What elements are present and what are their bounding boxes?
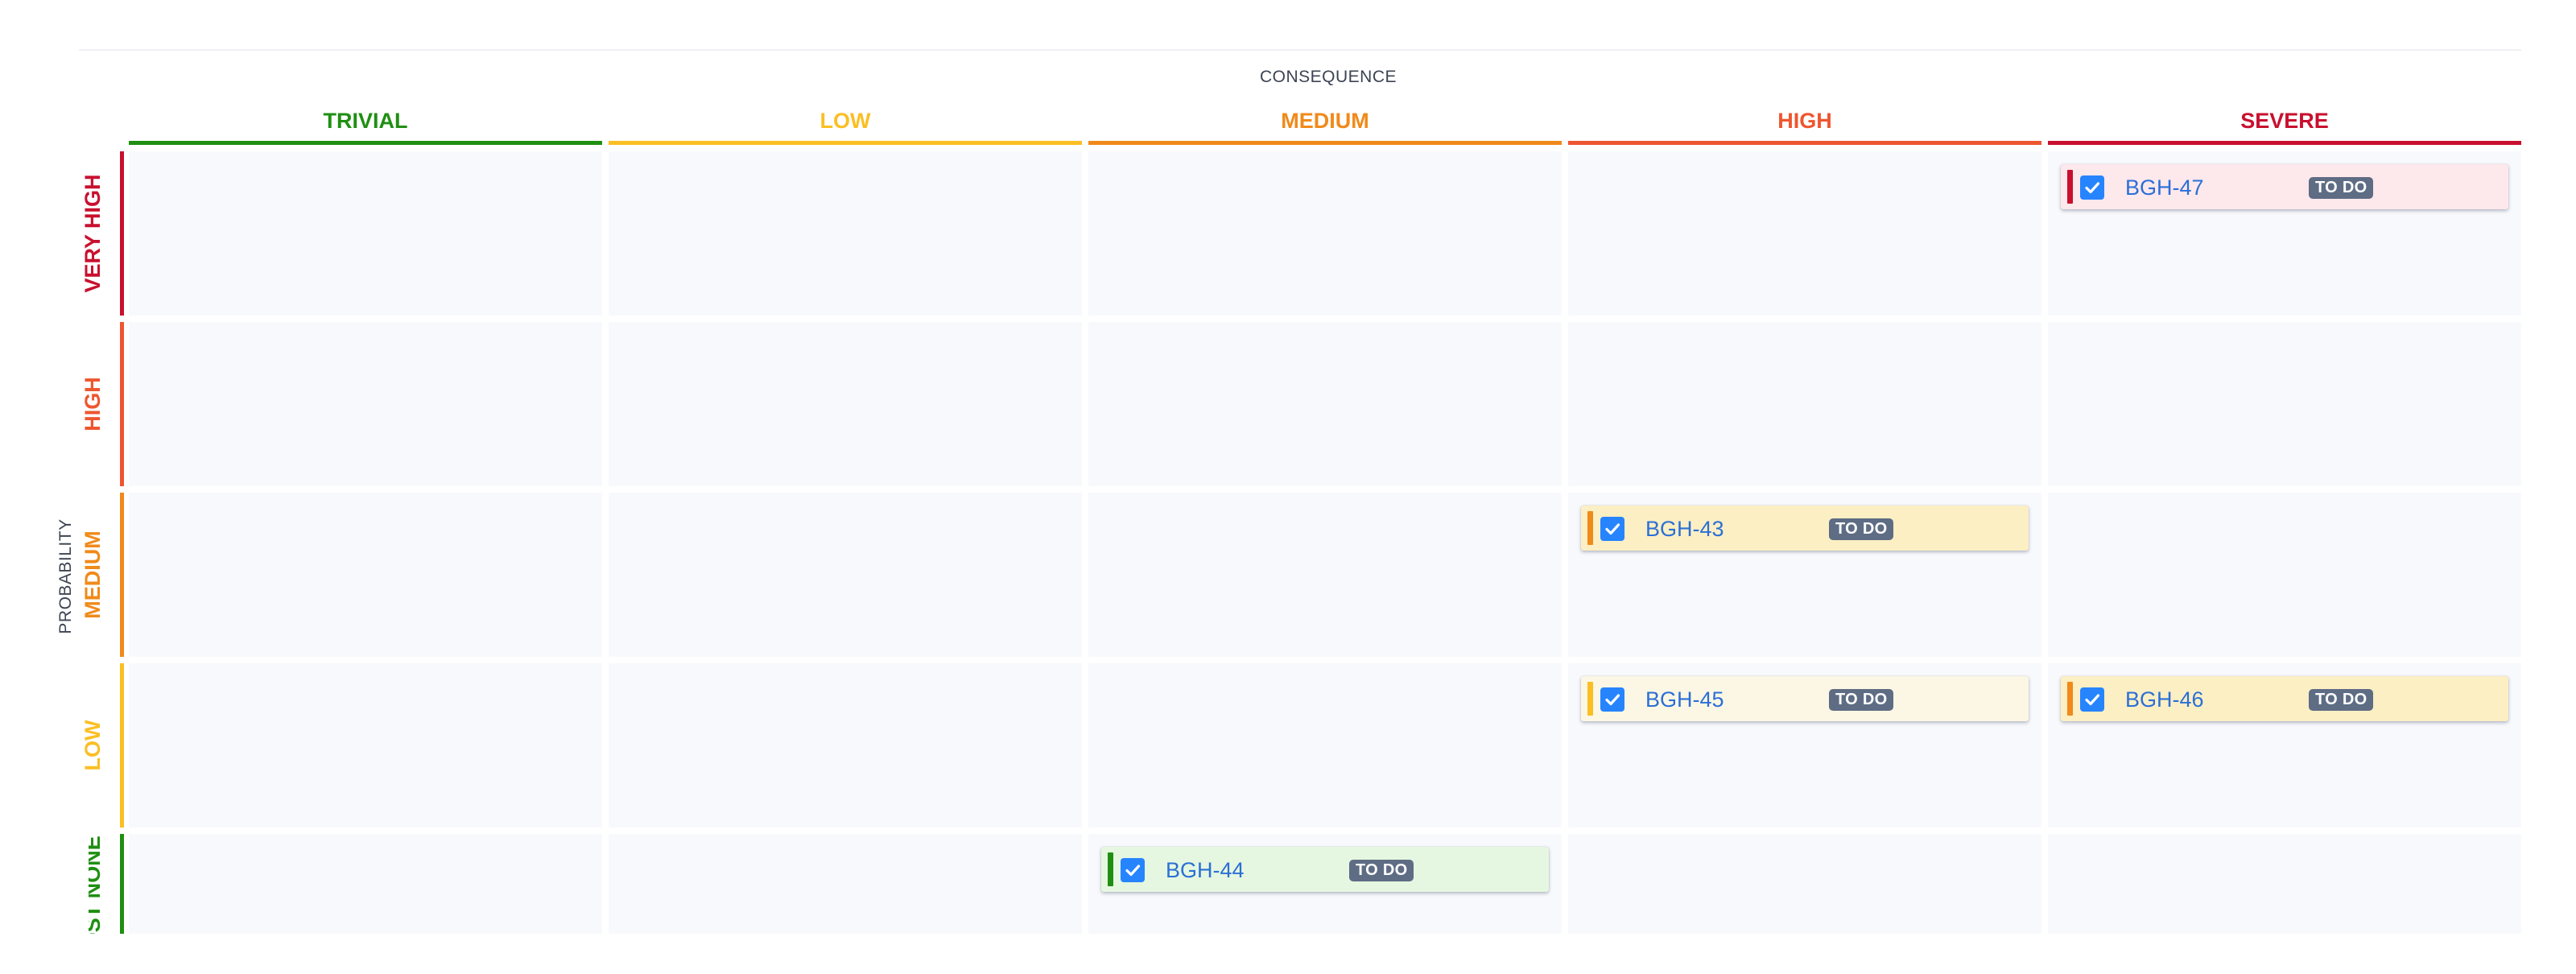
issue-card[interactable]: BGH-46 TO DO — [2061, 676, 2508, 721]
column-header-label: SEVERE — [2240, 109, 2329, 133]
issue-key-link[interactable]: BGH-45 — [1645, 686, 1724, 713]
row-header-label: ALMOST NONE — [89, 836, 105, 934]
task-checkbox-icon — [1121, 858, 1145, 882]
row-header-bar — [120, 151, 124, 316]
matrix-cell-high-medium — [1088, 322, 1562, 486]
column-header-severe: SEVERE — [2048, 106, 2521, 145]
column-header-label: LOW — [819, 109, 871, 133]
row-header-bar — [120, 322, 124, 486]
matrix-cell-almost-none-low — [609, 834, 1082, 934]
matrix-cell-medium-low — [609, 493, 1082, 657]
matrix-cell-very-high-high — [1568, 151, 2041, 316]
column-header-trivial: TRIVIAL — [129, 106, 602, 145]
matrix-cell-almost-none-high — [1568, 834, 2041, 934]
matrix-cell-low-low — [609, 663, 1082, 827]
probability-axis-title: PROBABILITY — [56, 518, 75, 634]
status-badge: TO DO — [2309, 689, 2374, 711]
row-header-high: HIGH — [80, 322, 124, 486]
row-header-almost-none: ALMOST NONE — [89, 834, 124, 934]
matrix-cell-very-high-trivial — [129, 151, 602, 316]
matrix-cell-almost-none-trivial — [129, 834, 602, 934]
priority-accent-bar — [1587, 682, 1593, 716]
row-header-bar — [120, 493, 124, 657]
row-header-label: LOW — [80, 720, 105, 771]
column-header-label: MEDIUM — [1281, 109, 1369, 133]
column-header-label: HIGH — [1777, 109, 1832, 133]
column-header-bar — [2048, 141, 2521, 145]
matrix-cell-low-medium — [1088, 663, 1562, 827]
column-header-medium: MEDIUM — [1088, 106, 1562, 145]
issue-key-link[interactable]: BGH-47 — [2125, 174, 2204, 201]
row-header-very-high: VERY HIGH — [80, 151, 124, 316]
column-header-bar — [1088, 141, 1562, 145]
issue-key-link[interactable]: BGH-46 — [2125, 686, 2204, 713]
matrix-cell-low-trivial — [129, 663, 602, 827]
top-divider — [79, 49, 2521, 51]
matrix-cell-high-low — [609, 322, 1082, 486]
priority-accent-bar — [2067, 682, 2073, 716]
matrix-cell-very-high-medium — [1088, 151, 1562, 316]
matrix-cell-high-severe — [2048, 322, 2521, 486]
row-header-low: LOW — [80, 663, 124, 827]
task-checkbox-icon — [2080, 175, 2104, 200]
column-header-bar — [129, 141, 602, 145]
status-badge: TO DO — [1829, 518, 1894, 540]
task-checkbox-icon — [2080, 687, 2104, 712]
row-header-medium: MEDIUM — [80, 493, 124, 657]
priority-accent-bar — [2067, 170, 2073, 204]
column-header-high: HIGH — [1568, 106, 2041, 145]
column-header-bar — [1568, 141, 2041, 145]
column-header-label: TRIVIAL — [323, 109, 408, 133]
row-header-bar — [120, 834, 124, 934]
task-checkbox-icon — [1600, 517, 1624, 541]
issue-card[interactable]: BGH-44 TO DO — [1101, 847, 1549, 892]
issue-key-link[interactable]: BGH-43 — [1645, 515, 1724, 543]
matrix-cell-medium-severe — [2048, 493, 2521, 657]
consequence-axis-title: CONSEQUENCE — [1259, 68, 1397, 86]
row-header-bar — [120, 663, 124, 827]
issue-key-link[interactable]: BGH-44 — [1166, 856, 1245, 884]
status-badge: TO DO — [1349, 860, 1414, 881]
issue-card[interactable]: BGH-43 TO DO — [1581, 506, 2029, 551]
column-header-bar — [609, 141, 1082, 145]
matrix-cell-medium-trivial — [129, 493, 602, 657]
matrix-cell-high-trivial — [129, 322, 602, 486]
status-badge: TO DO — [1829, 689, 1894, 711]
task-checkbox-icon — [1600, 687, 1624, 712]
priority-accent-bar — [1108, 852, 1113, 886]
matrix-cell-very-high-low — [609, 151, 1082, 316]
matrix-cell-high-high — [1568, 322, 2041, 486]
issue-card[interactable]: BGH-45 TO DO — [1581, 676, 2029, 721]
matrix-cell-medium-medium — [1088, 493, 1562, 657]
priority-accent-bar — [1587, 511, 1593, 545]
issue-card[interactable]: BGH-47 TO DO — [2061, 164, 2508, 209]
matrix-cell-almost-none-severe — [2048, 834, 2521, 934]
column-header-low: LOW — [609, 106, 1082, 145]
status-badge: TO DO — [2309, 177, 2374, 199]
